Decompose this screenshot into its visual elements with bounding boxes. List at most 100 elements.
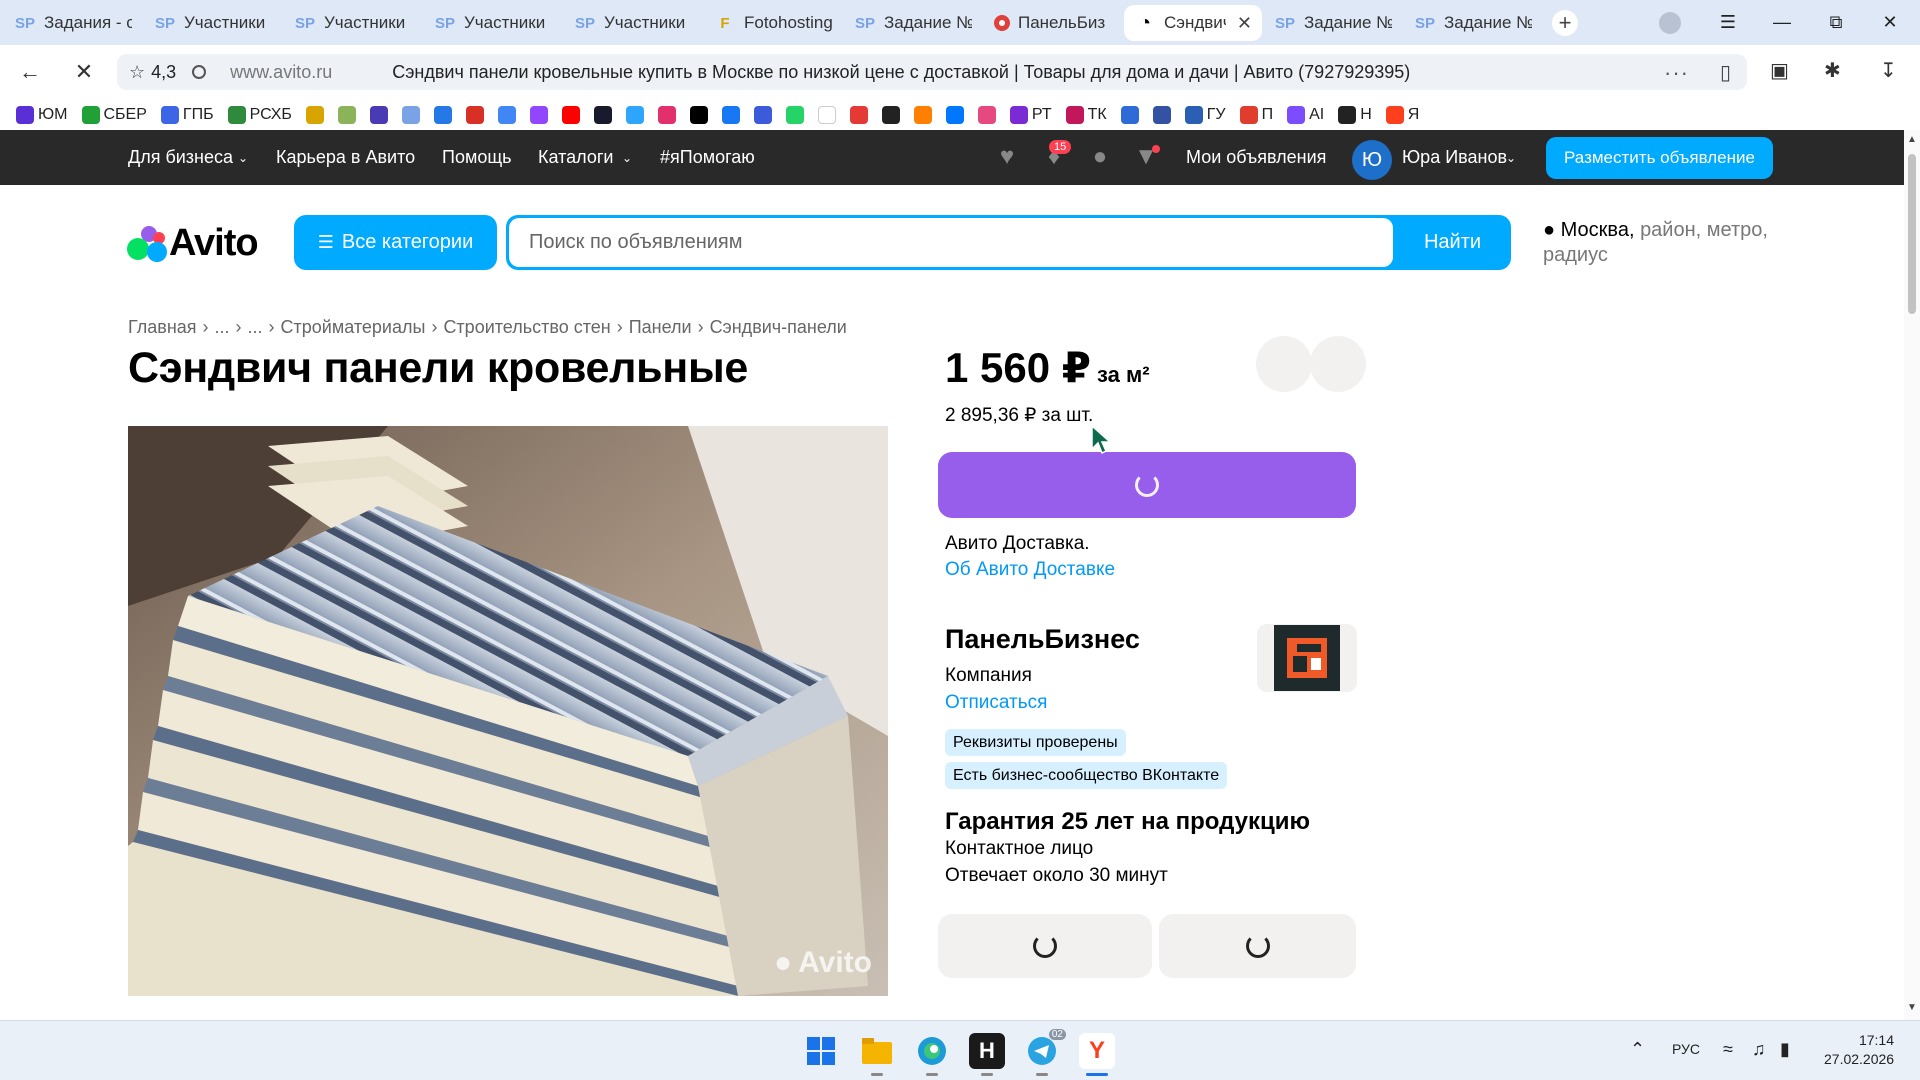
bookmark-item[interactable] [881, 105, 900, 124]
tab-menu-icon[interactable]: ☰ [1714, 8, 1742, 36]
search-button[interactable]: Найти [1394, 215, 1511, 270]
bookmark-item[interactable]: ГУ [1184, 105, 1226, 124]
restore-icon[interactable]: ⧉ [1822, 8, 1850, 36]
nav-for-business[interactable]: Для бизнеса [128, 147, 233, 168]
nav-my-ads[interactable]: Мои объявления [1186, 147, 1326, 168]
bookmark-item[interactable] [401, 105, 420, 124]
bookmark-item[interactable]: AI [1287, 105, 1324, 124]
about-delivery-link[interactable]: Об Авито Доставке [945, 559, 1115, 581]
unsubscribe-link[interactable]: Отписаться [945, 692, 1047, 714]
browser-tab[interactable]: SP Участники [144, 5, 282, 41]
windows-start-icon[interactable] [803, 1033, 839, 1069]
bookmark-icon[interactable]: ▯ [1720, 60, 1731, 85]
wifi-icon[interactable]: ≈ [1723, 1039, 1733, 1060]
scrollbar[interactable]: ▲ ▼ [1904, 130, 1920, 1020]
site-rating[interactable]: ☆ 4,3 [129, 62, 176, 83]
breadcrumb-item[interactable]: Сэндвич-панели [710, 317, 847, 338]
avito-logo[interactable]: Avito [127, 222, 259, 265]
yandex-browser-icon[interactable]: Y [1079, 1033, 1115, 1069]
bookmark-item[interactable] [1120, 105, 1139, 124]
search-input[interactable] [509, 218, 1393, 267]
bookmark-item[interactable] [497, 105, 516, 124]
bookmark-item[interactable] [305, 105, 324, 124]
bookmark-item[interactable]: Я [1385, 105, 1419, 124]
extension-image-icon[interactable]: ▣ [1770, 58, 1789, 83]
telegram-icon[interactable]: 02 [1024, 1029, 1066, 1069]
bookmark-item[interactable] [753, 105, 772, 124]
bookmark-item[interactable] [689, 105, 708, 124]
bookmark-item[interactable]: РСХБ [227, 105, 292, 124]
bookmark-item[interactable]: РТ [1009, 105, 1052, 124]
bookmark-item[interactable] [369, 105, 388, 124]
browser-tab[interactable]: SP Задание № [1404, 5, 1542, 41]
bookmark-item[interactable]: СБЕР [81, 105, 147, 124]
close-icon[interactable]: ✕ [1237, 13, 1252, 34]
stop-loading-icon[interactable]: ✕ [70, 58, 98, 86]
breadcrumb-item[interactable]: ... [248, 317, 263, 338]
lock-icon[interactable] [192, 65, 207, 79]
all-categories-button[interactable]: ☰ Все категории [294, 215, 497, 270]
write-message-button[interactable] [1159, 914, 1356, 978]
breadcrumb-item[interactable]: Панели [629, 317, 692, 338]
url-field[interactable]: ☆ 4,3 www.avito.ru Сэндвич панели кровел… [117, 54, 1747, 90]
browser-tab[interactable]: SP Участники [424, 5, 562, 41]
scroll-down-icon[interactable]: ▼ [1907, 1002, 1917, 1013]
file-explorer-icon[interactable] [859, 1033, 895, 1069]
post-ad-button[interactable]: Разместить объявление [1546, 137, 1773, 179]
listing-photo[interactable]: ● Avito [128, 426, 888, 996]
location-selector[interactable]: ● Москва, район, метро, радиус [1543, 218, 1783, 268]
more-icon[interactable]: ··· [1664, 60, 1689, 86]
edge-browser-icon[interactable] [914, 1033, 950, 1069]
breadcrumb-item[interactable]: Главная [128, 317, 197, 338]
system-clock[interactable]: 17:14 27.02.2026 [1824, 1031, 1894, 1069]
minimize-icon[interactable]: — [1768, 8, 1796, 36]
volume-icon[interactable]: ♫ [1752, 1039, 1766, 1060]
bookmark-item[interactable]: ТК [1065, 105, 1107, 124]
bookmark-item[interactable] [977, 105, 996, 124]
browser-tab[interactable]: SP Участники [564, 5, 702, 41]
user-name[interactable]: Юра Иванов [1402, 147, 1507, 168]
messages-chat-icon[interactable]: ● [1086, 143, 1114, 170]
bookmark-item[interactable] [1152, 105, 1171, 124]
input-language[interactable]: РУС [1672, 1041, 1700, 1057]
browser-tab-active[interactable]: ◔ Сэндвич ✕ [1124, 5, 1262, 41]
bookmark-item[interactable] [625, 105, 644, 124]
bookmark-item[interactable] [913, 105, 932, 124]
chevron-up-icon[interactable]: ⌃ [1630, 1039, 1645, 1060]
bookmark-item[interactable] [945, 105, 964, 124]
nav-catalogs[interactable]: Каталоги [538, 147, 614, 168]
scroll-up-icon[interactable]: ▲ [1907, 134, 1917, 145]
bookmark-item[interactable] [529, 105, 548, 124]
extensions-puzzle-icon[interactable]: ✱ [1824, 58, 1841, 83]
bookmark-item[interactable] [785, 105, 804, 124]
browser-tab[interactable]: F Fotohosting [704, 5, 842, 41]
close-window-icon[interactable]: ✕ [1876, 8, 1904, 36]
breadcrumb-item[interactable]: Строительство стен [443, 317, 610, 338]
share-button[interactable] [1310, 336, 1366, 392]
show-phone-button[interactable] [938, 914, 1152, 978]
nav-ya-pomogayu[interactable]: #яПомогаю [660, 147, 755, 168]
back-icon[interactable]: ← [16, 58, 44, 86]
avatar[interactable]: Ю [1352, 140, 1392, 180]
favorites-heart-icon[interactable]: ♥ [993, 143, 1021, 170]
battery-icon[interactable]: ▮ [1780, 1039, 1790, 1060]
bookmark-item[interactable]: Н [1338, 105, 1372, 124]
bookmark-item[interactable]: ЮМ [16, 105, 68, 124]
bookmark-item[interactable] [465, 105, 484, 124]
editor-app-icon[interactable]: H [969, 1033, 1005, 1069]
scroll-thumb[interactable] [1908, 154, 1916, 314]
browser-tab[interactable]: SP Задание № [1264, 5, 1402, 41]
bookmark-item[interactable] [337, 105, 356, 124]
bookmark-item[interactable] [817, 105, 836, 124]
buy-with-delivery-button[interactable] [938, 452, 1356, 518]
nav-career[interactable]: Карьера в Авито [276, 147, 415, 168]
nav-help[interactable]: Помощь [442, 147, 512, 168]
breadcrumb-item[interactable]: Стройматериалы [281, 317, 426, 338]
browser-tab[interactable]: SP Задания - с [4, 5, 142, 41]
bookmark-item[interactable]: ГПБ [160, 105, 214, 124]
bookmark-item[interactable] [593, 105, 612, 124]
browser-tab[interactable]: SP Задание № [844, 5, 982, 41]
browser-tab[interactable]: SP Участники [284, 5, 422, 41]
new-tab-button[interactable]: + [1552, 10, 1578, 36]
favorite-button[interactable] [1256, 336, 1312, 392]
